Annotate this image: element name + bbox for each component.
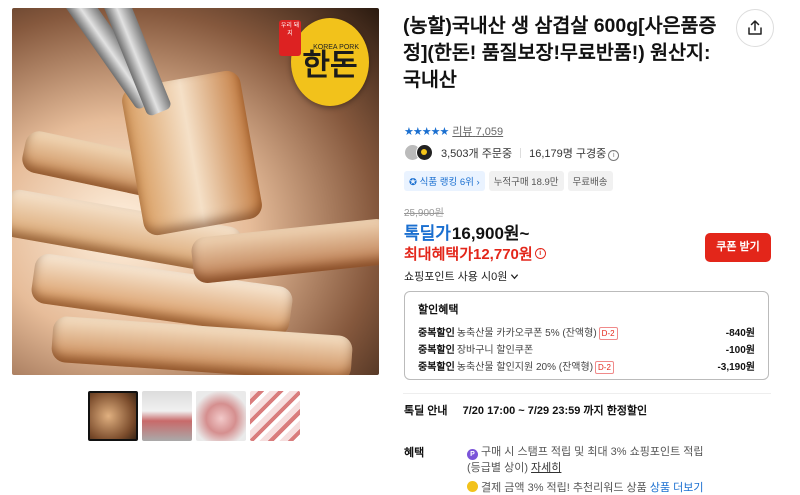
price-label: 톡딜가 xyxy=(404,224,451,243)
product-title: (농할)국내산 생 삼겹살 600g[사은품증정](한돈! 품질보장!무료반품!… xyxy=(403,15,717,91)
thumbnail-strip xyxy=(88,391,300,441)
point-icon: P xyxy=(467,449,478,460)
discount-amount: -3,190원 xyxy=(717,362,755,373)
avatar xyxy=(416,144,433,161)
max-benefit-text: 최대혜택가12,770원 xyxy=(404,246,533,263)
original-price: 25,900원 xyxy=(404,208,444,219)
viewers-count: 16,179명 구경중 i xyxy=(529,145,620,161)
divider xyxy=(520,147,522,158)
free-shipping-badge: 무료배송 xyxy=(567,171,613,191)
badge-row: ✪ 식품 랭킹 6위 › 누적구매 18.9만 무료배송 xyxy=(404,171,613,191)
viewers-count-text: 16,179명 구경중 xyxy=(529,147,607,160)
buyer-avatars xyxy=(404,144,433,161)
discount-row: 중복할인 농축산물 카카오쿠폰 5% (잔액형) D-2 -840원 xyxy=(418,325,755,342)
stats-row: 3,503개 주문중 16,179명 구경중 i xyxy=(404,144,620,161)
discount-label: 중복할인 xyxy=(418,328,455,339)
ranking-badge-text: 식품 랭킹 6위 xyxy=(419,177,474,188)
review-link[interactable]: 리뷰 7,059 xyxy=(452,123,503,139)
thumbnail-2[interactable] xyxy=(142,391,192,441)
info-icon[interactable]: i xyxy=(534,248,546,259)
thumbnail-3[interactable] xyxy=(196,391,246,441)
thumbnail-1[interactable] xyxy=(88,391,138,441)
orders-count: 3,503개 주문중 xyxy=(441,147,513,160)
benefit-label: 혜택 xyxy=(404,447,425,459)
discount-amount: -100원 xyxy=(725,345,755,356)
thumbnail-4[interactable] xyxy=(250,391,300,441)
deal-info-text: 7/20 17:00 ~ 7/29 23:59 까지 한정할인 xyxy=(462,405,648,417)
points-row[interactable]: 쇼핑포인트 사용 시0원 xyxy=(404,268,519,284)
product-main-image[interactable]: 우리 돼지 한돈 KOREA PORK xyxy=(12,8,379,375)
discount-amount: -840원 xyxy=(725,328,755,339)
reward-icon xyxy=(467,481,478,492)
discount-row: 중복할인 농축산물 할인지원 20% (잔액형) D-2 -3,190원 xyxy=(418,359,755,376)
chevron-down-icon xyxy=(511,274,519,280)
more-products-link[interactable]: 상품 더보기 xyxy=(650,482,704,494)
coupon-button[interactable]: 쿠폰 받기 xyxy=(705,233,771,262)
discount-label: 중복할인 xyxy=(418,345,455,356)
benefit-item: P 구매 시 스탬프 적립 및 최대 3% 쇼핑포인트 적립 (등급별 상이) 자… xyxy=(467,444,767,476)
ranking-badge[interactable]: ✪ 식품 랭킹 6위 › xyxy=(404,171,485,191)
rating-row: ★★★★★ 리뷰 7,059 xyxy=(404,123,503,139)
discount-desc: 농축산물 할인지원 20% (잔액형) xyxy=(456,362,594,373)
max-benefit-row: 최대혜택가12,770원 i xyxy=(404,243,546,264)
benefit-item: 결제 금액 3% 적립! 추천리워드 상품 상품 더보기 xyxy=(467,479,767,495)
price-value: 16,900원~ xyxy=(451,224,530,243)
brand-badge: 우리 돼지 한돈 KOREA PORK xyxy=(279,18,369,106)
details-link[interactable]: 자세히 xyxy=(531,462,561,474)
deal-info-label: 톡딜 안내 xyxy=(404,405,448,417)
share-icon xyxy=(748,20,762,35)
brand-subtext: KOREA PORK xyxy=(313,44,359,51)
discount-desc: 농축산물 카카오쿠폰 5% (잔액형) xyxy=(456,328,597,339)
points-text: 쇼핑포인트 사용 시0원 xyxy=(404,271,508,283)
info-icon[interactable]: i xyxy=(608,149,620,161)
benefit-subtext: (등급별 상이) xyxy=(467,462,528,474)
deal-info-row: 톡딜 안내 7/20 17:00 ~ 7/29 23:59 까지 한정할인 xyxy=(404,402,647,418)
discount-label: 중복할인 xyxy=(418,362,455,373)
discount-title: 할인혜택 xyxy=(418,304,459,316)
review-count: 7,059 xyxy=(475,126,504,138)
discount-row: 중복할인 장바구니 할인쿠폰 -100원 xyxy=(418,342,755,359)
share-button[interactable] xyxy=(736,9,774,47)
cumulative-badge: 누적구매 18.9만 xyxy=(488,171,564,191)
review-label: 리뷰 xyxy=(452,126,473,138)
benefit-text: 결제 금액 3% 적립! 추천리워드 상품 xyxy=(481,482,647,494)
rating-stars-icon: ★★★★★ xyxy=(404,125,449,138)
deadline-tag: D-2 xyxy=(598,327,618,340)
discount-desc: 장바구니 할인쿠폰 xyxy=(456,345,534,356)
brand-seal: 우리 돼지 xyxy=(279,20,301,56)
divider xyxy=(403,393,771,394)
deadline-tag: D-2 xyxy=(595,361,614,374)
discount-box: 할인혜택 중복할인 농축산물 카카오쿠폰 5% (잔액형) D-2 -840원 중복… xyxy=(404,291,769,380)
benefit-text: 구매 시 스탬프 적립 및 최대 3% 쇼핑포인트 적립 xyxy=(481,446,704,458)
price-row: 톡딜가16,900원~ xyxy=(404,219,530,244)
